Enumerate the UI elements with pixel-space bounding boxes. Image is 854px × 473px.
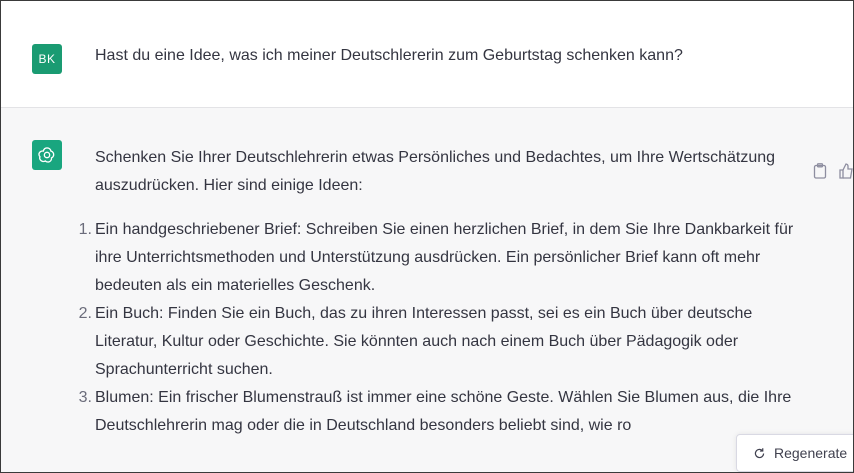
list-item: 3. Blumen: Ein frischer Blumenstrauß ist… xyxy=(79,384,815,440)
list-item-text: Ein handgeschriebener Brief: Schreiben S… xyxy=(95,221,794,294)
clipboard-icon[interactable] xyxy=(813,163,827,179)
user-avatar: BK xyxy=(32,44,62,74)
list-number: 3. xyxy=(78,389,92,406)
user-message-text: Hast du eine Idee, was ich meiner Deutsc… xyxy=(95,47,683,64)
thumbs-up-icon[interactable] xyxy=(839,163,853,179)
gift-ideas-list: 1. Ein handgeschriebener Brief: Schreibe… xyxy=(79,216,815,440)
message-actions xyxy=(813,163,853,179)
user-message-row: BK Hast du eine Idee, was ich meiner Deu… xyxy=(1,1,853,108)
avatar-initials: BK xyxy=(38,52,56,66)
list-item: 1. Ein handgeschriebener Brief: Schreibe… xyxy=(79,216,815,300)
assistant-avatar xyxy=(32,140,62,170)
openai-logo-icon xyxy=(38,147,55,163)
regenerate-label: Regenerate xyxy=(774,445,848,461)
assistant-message-body: Schenken Sie Ihrer Deutschlehrerin etwas… xyxy=(79,144,815,440)
regenerate-button[interactable]: Regenerate xyxy=(736,434,853,472)
assistant-message-row: Schenken Sie Ihrer Deutschlehrerin etwas… xyxy=(1,108,853,472)
assistant-intro: Schenken Sie Ihrer Deutschlehrerin etwas… xyxy=(95,149,776,194)
chat-window: BK Hast du eine Idee, was ich meiner Deu… xyxy=(0,0,854,473)
list-item-text: Ein Buch: Finden Sie ein Buch, das zu ih… xyxy=(95,305,753,378)
list-number: 1. xyxy=(78,221,92,238)
list-item: 2. Ein Buch: Finden Sie ein Buch, das zu… xyxy=(79,300,815,384)
list-item-text: Blumen: Ein frischer Blumenstrauß ist im… xyxy=(95,389,792,434)
list-number: 2. xyxy=(78,305,92,322)
refresh-icon xyxy=(754,447,765,458)
